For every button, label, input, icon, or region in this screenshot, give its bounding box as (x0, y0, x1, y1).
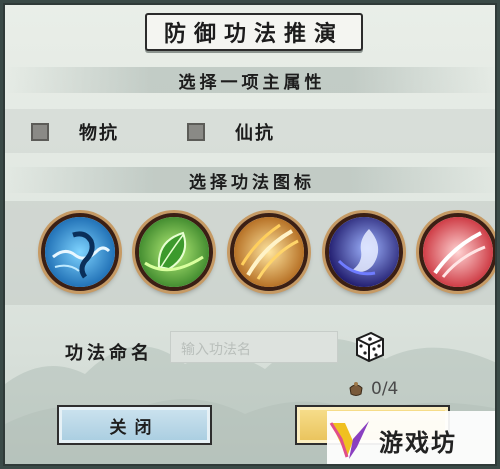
cost-count: 0/4 (371, 379, 399, 399)
physical-resist-checkbox[interactable] (31, 123, 49, 141)
blue-flame-icon[interactable] (325, 213, 403, 291)
icon-section-header: 选择功法图标 (5, 167, 495, 193)
skill-icon-strip (5, 201, 495, 305)
dice-icon[interactable] (351, 327, 387, 363)
deduction-cost: 0/4 (347, 379, 398, 399)
page-title: 防御功法推演 (163, 21, 344, 47)
title-banner: 防御功法推演 (145, 13, 363, 51)
water-dragon-icon[interactable] (41, 213, 119, 291)
immortal-resist-checkbox[interactable] (187, 123, 205, 141)
immortal-resist-label: 仙抗 (235, 123, 275, 144)
watermark: 游戏坊 (327, 411, 495, 464)
skill-deduction-panel: 防御功法推演 选择一项主属性 物抗 仙抗 选择功法图标 功法命名 输入功法名 0… (3, 3, 497, 466)
physical-resist-label: 物抗 (79, 123, 119, 144)
golden-slash-icon[interactable] (230, 213, 308, 291)
skill-name-label: 功法命名 (65, 343, 153, 364)
pot-icon (349, 382, 363, 396)
attribute-section-title: 选择一项主属性 (178, 72, 326, 93)
attribute-options-row: 物抗 仙抗 (5, 109, 495, 153)
skill-name-input[interactable]: 输入功法名 (170, 331, 338, 363)
attribute-option-physical[interactable]: 物抗 (31, 119, 119, 145)
red-wing-icon[interactable] (419, 213, 495, 291)
watermark-text: 游戏坊 (379, 427, 457, 457)
attribute-option-immortal[interactable]: 仙抗 (187, 119, 275, 145)
attribute-section-header: 选择一项主属性 (5, 67, 495, 93)
close-button[interactable]: 关闭 (57, 405, 212, 445)
watermark-logo-icon (329, 421, 369, 459)
icon-section-title: 选择功法图标 (189, 172, 315, 193)
leaf-icon[interactable] (135, 213, 213, 291)
